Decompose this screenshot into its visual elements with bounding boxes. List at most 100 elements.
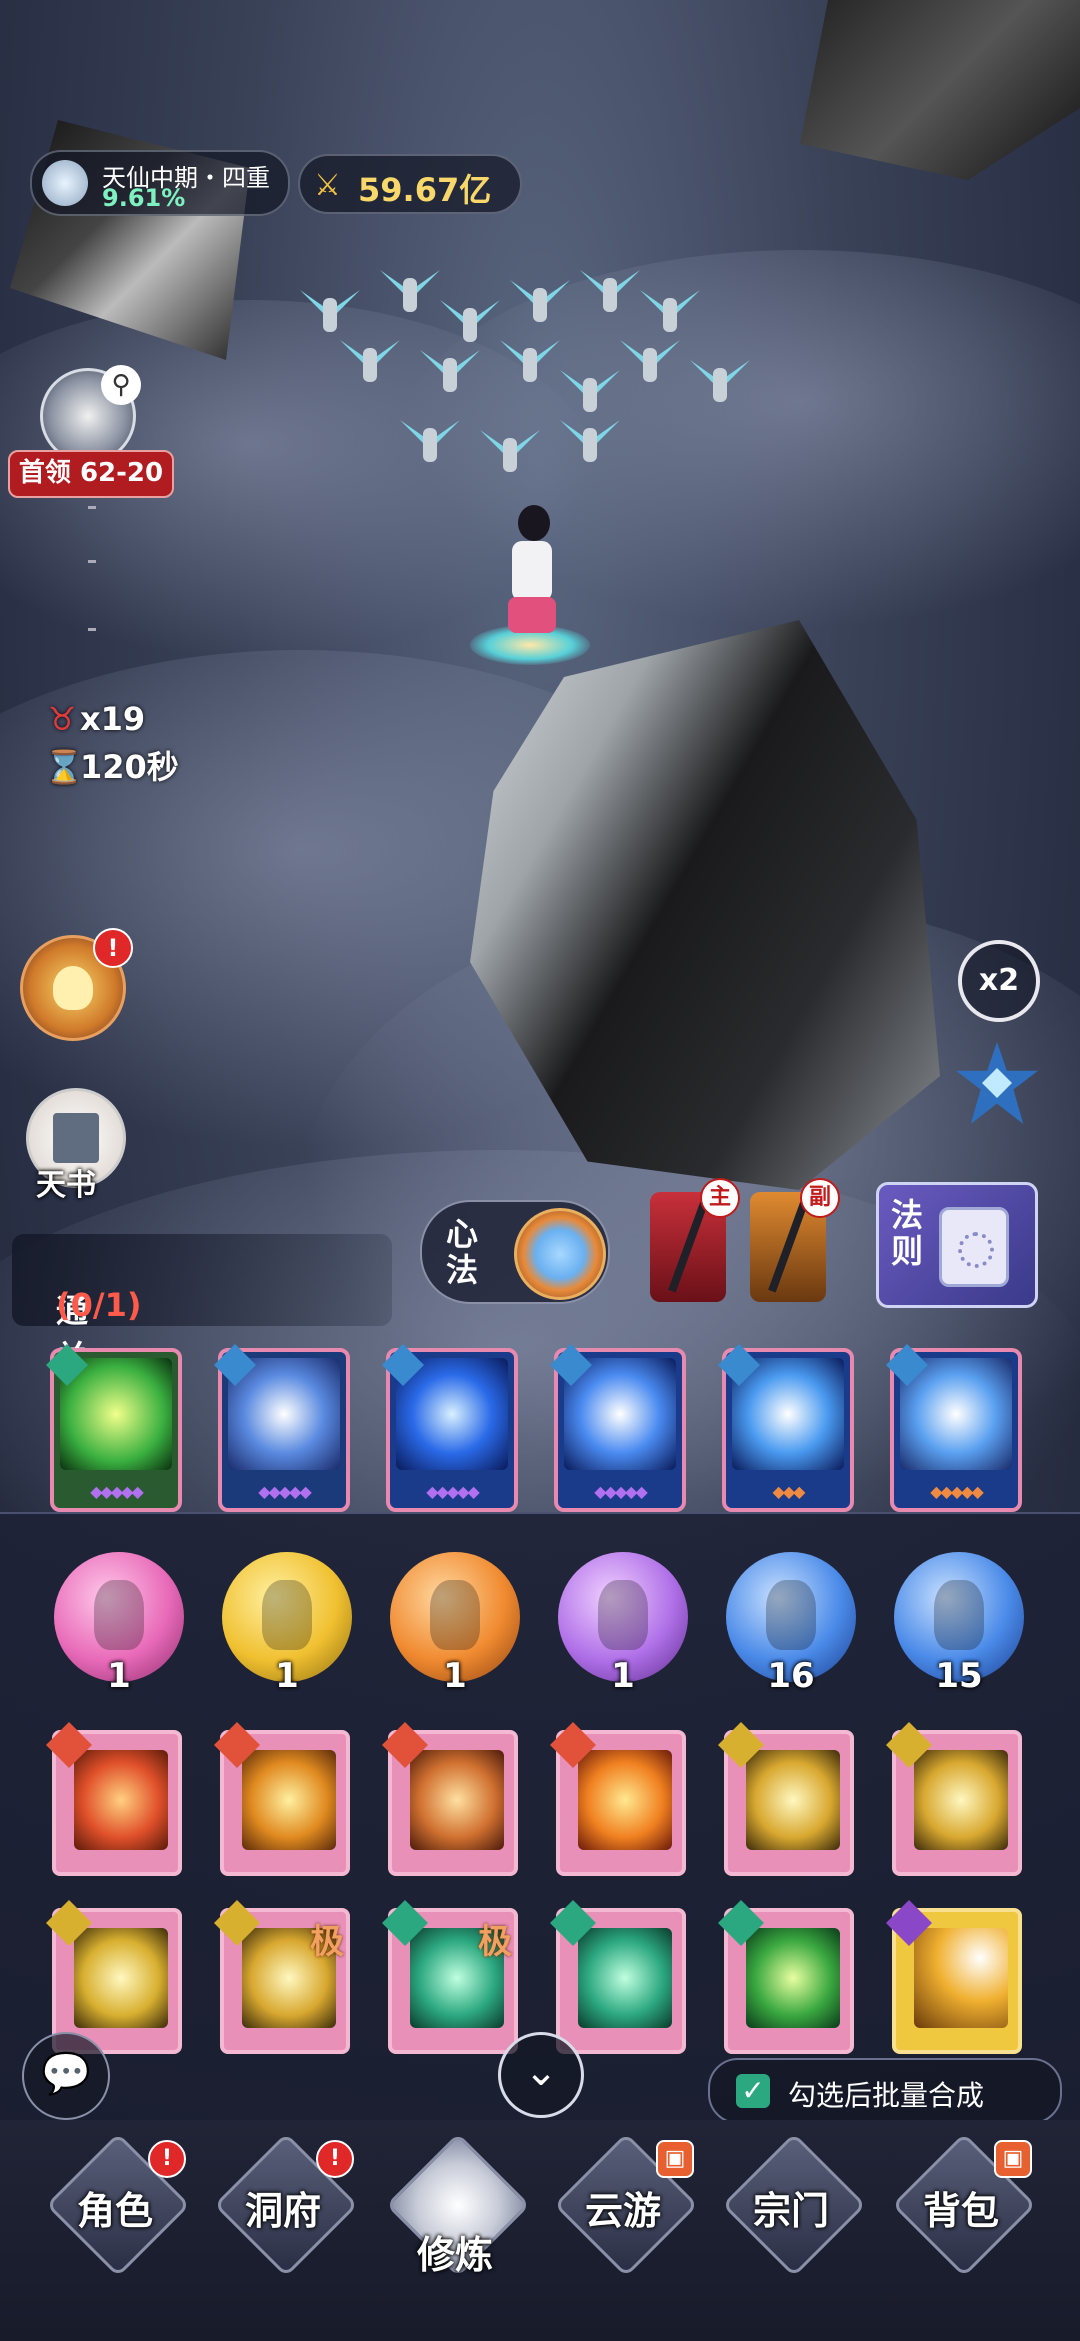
hourglass-icon: ⌛	[44, 748, 84, 786]
skill-card[interactable]	[886, 1722, 1022, 1876]
skill-slot[interactable]: ◆◆◆◆◆	[550, 1344, 686, 1512]
treasure-bag-button[interactable]: !	[20, 928, 133, 1041]
demon-head-icon: ♉	[47, 700, 77, 738]
timer-value: 120秒	[80, 748, 179, 786]
gift-badge-icon: ▣	[994, 2140, 1032, 2178]
stage-clear-panel[interactable]: 通关 62-20(0/1)	[12, 1234, 392, 1454]
meditation-orb-icon	[514, 1208, 606, 1300]
chevron-down-icon: ⌄	[524, 2049, 558, 2095]
orb-count: 15	[935, 1656, 983, 1696]
skill-slot[interactable]: ◆◆◆	[718, 1344, 854, 1512]
equipped-skills: ◆◆◆◆◆ ◆◆◆◆◆ ◆◆◆◆◆ ◆◆◆◆◆ ◆◆◆ ◆◆◆◆◆	[0, 1340, 1080, 1520]
orb-count: 1	[107, 1656, 131, 1696]
figure-silhouette-icon	[262, 1580, 312, 1650]
alert-badge: !	[93, 928, 133, 968]
skill-card[interactable]	[214, 1722, 350, 1876]
divider	[88, 560, 96, 563]
skill-slot[interactable]: ◆◆◆◆◆	[214, 1344, 350, 1512]
enemy-bird[interactable]	[420, 340, 480, 400]
character-body	[512, 541, 552, 601]
combat-power[interactable]: ⚔ 59.67亿	[298, 154, 522, 214]
enemy-bird[interactable]	[340, 330, 400, 390]
skill-card[interactable]: 极	[382, 1900, 518, 2054]
skill-card[interactable]	[718, 1722, 854, 1876]
skill-card[interactable]	[550, 1900, 686, 2054]
realm-progress: 9.61%	[102, 184, 186, 212]
boss-stage-label[interactable]: 首领 62-20	[8, 450, 174, 498]
divider	[88, 506, 96, 509]
star-rating: ◆◆◆◆◆	[594, 1482, 648, 1501]
skill-slot[interactable]: ◆◆◆◆◆	[382, 1344, 518, 1512]
orb-count: 1	[443, 1656, 467, 1696]
nav-item-character[interactable]: 角色 !	[40, 2132, 191, 2310]
nav-item-sect[interactable]: 宗门	[716, 2132, 867, 2310]
extreme-tag: 极	[310, 1922, 344, 1962]
nav-item-backpack[interactable]: 背包 ▣	[886, 2132, 1037, 2310]
figure-silhouette-icon	[94, 1580, 144, 1650]
player-character	[470, 505, 590, 665]
figure-silhouette-icon	[430, 1580, 480, 1650]
pagoda-icon	[242, 1750, 336, 1850]
time-counter: ⌛120秒	[44, 742, 179, 788]
skill-slot[interactable]: ◆◆◆◆◆	[46, 1344, 182, 1512]
rune-card-icon	[939, 1207, 1009, 1287]
skill-card[interactable]	[550, 1722, 686, 1876]
bottom-nav: 角色 ! 洞府 ! 修炼 云游 ▣ 宗门 背包 ▣	[0, 2120, 1080, 2341]
enemy-bird[interactable]	[620, 330, 680, 390]
enemy-bird[interactable]	[510, 270, 570, 330]
orange-essence-orb[interactable]: 1	[390, 1552, 520, 1696]
enemy-bird[interactable]	[560, 410, 620, 470]
skill-card[interactable]	[46, 1722, 182, 1876]
sword-icon	[668, 1201, 708, 1293]
orb-count: 1	[275, 1656, 299, 1696]
blue-essence-orb[interactable]: 16	[726, 1552, 856, 1696]
magnifier-icon: ⚲	[101, 365, 141, 405]
character-legs	[508, 597, 556, 633]
gold-essence-orb[interactable]: 1	[222, 1552, 352, 1696]
skill-card[interactable]	[718, 1900, 854, 2054]
figure-silhouette-icon	[766, 1580, 816, 1650]
enemy-bird[interactable]	[690, 350, 750, 410]
saber-icon	[768, 1201, 808, 1293]
flame-swirl-icon	[410, 1750, 504, 1850]
purple-essence-orb[interactable]: 1	[558, 1552, 688, 1696]
nav-label: 云游	[584, 2189, 661, 2233]
sub-weapon-slot[interactable]: 副	[750, 1178, 840, 1302]
star-rating: ◆◆◆◆◆	[930, 1482, 984, 1501]
collapse-button[interactable]: ⌄	[498, 2032, 584, 2118]
book-icon	[53, 1113, 99, 1163]
fali-label: 法则	[891, 1196, 924, 1270]
chat-button[interactable]: 💬	[22, 2032, 110, 2120]
skill-card[interactable]	[382, 1722, 518, 1876]
enemy-bird[interactable]	[380, 260, 440, 320]
pink-essence-orb[interactable]: 1	[54, 1552, 184, 1696]
blue-essence-orb[interactable]: 15	[894, 1552, 1024, 1696]
golden-slash-icon	[914, 1750, 1008, 1850]
nav-item-cave[interactable]: 洞府 !	[208, 2132, 359, 2310]
skill-card[interactable]: 极	[214, 1900, 350, 2054]
gift-badge-icon: ▣	[656, 2140, 694, 2178]
skill-card[interactable]	[886, 1900, 1022, 2054]
skill-slot[interactable]: ◆◆◆◆◆	[886, 1344, 1022, 1512]
enemy-bird[interactable]	[480, 420, 540, 480]
realm-status[interactable]: 天仙中期・四重 9.61%	[30, 150, 290, 216]
alert-badge: !	[148, 2140, 186, 2178]
enemy-bird[interactable]	[400, 410, 460, 470]
nav-label: 宗门	[752, 2189, 829, 2233]
checkbox-checked-icon[interactable]: ✓	[736, 2074, 770, 2108]
xinfa-button[interactable]: 心法	[420, 1200, 610, 1304]
figure-silhouette-icon	[934, 1580, 984, 1650]
nav-item-cultivate[interactable]: 修炼	[380, 2132, 531, 2310]
enemy-count: x19	[80, 700, 146, 738]
nav-item-travel[interactable]: 云游 ▣	[548, 2132, 699, 2310]
star-rating: ◆◆◆◆◆	[426, 1482, 480, 1501]
main-weapon-slot[interactable]: 主	[650, 1178, 740, 1302]
speed-toggle[interactable]: x2	[958, 940, 1040, 1022]
enemy-bird[interactable]	[580, 260, 640, 320]
enemy-bird[interactable]	[500, 330, 560, 390]
fali-button[interactable]: 法则	[876, 1182, 1038, 1308]
batch-merge-toggle[interactable]: ✓ 勾选后批量合成	[708, 2058, 1062, 2124]
sub-tag: 副	[800, 1178, 840, 1218]
nav-label: 洞府	[244, 2189, 321, 2233]
xinfa-label: 心法	[446, 1215, 479, 1289]
